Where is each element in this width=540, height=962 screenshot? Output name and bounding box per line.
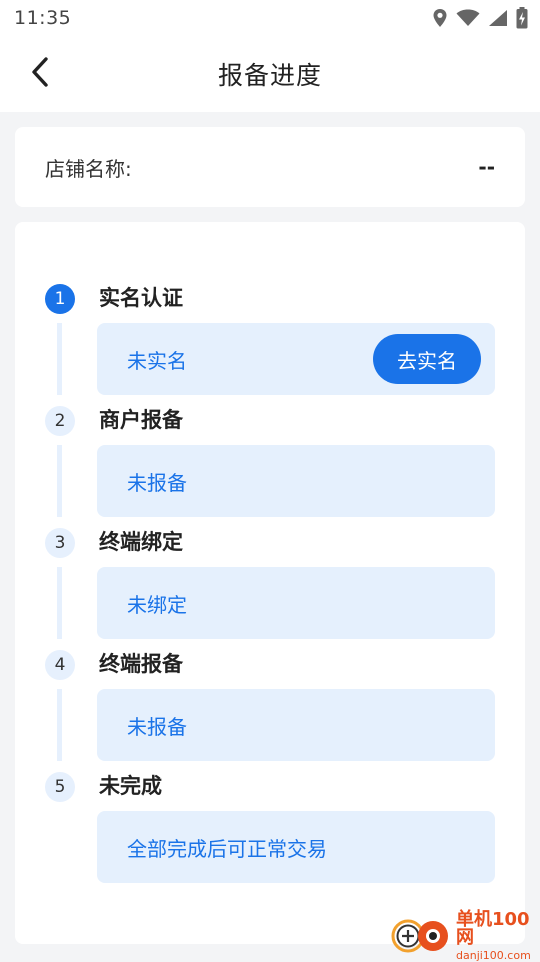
wifi-icon xyxy=(456,9,480,27)
step-title: 终端报备 xyxy=(99,652,183,676)
watermark-text: 单机100网 danji100.com xyxy=(456,909,540,962)
step-item: 1 实名认证 未实名 去实名 xyxy=(15,222,525,395)
step-number: 2 xyxy=(45,406,75,436)
location-icon xyxy=(432,8,448,28)
signal-icon xyxy=(488,9,508,27)
app-bar: 报备进度 xyxy=(0,36,540,112)
store-name-label: 店铺名称: xyxy=(45,156,132,181)
back-button[interactable] xyxy=(22,56,58,92)
page-title: 报备进度 xyxy=(217,61,322,90)
step-item: 4 终端报备 未报备 xyxy=(15,588,525,761)
step-status-box: 全部完成后可正常交易 xyxy=(97,811,495,883)
status-icons xyxy=(432,7,528,29)
status-bar: 11:35 xyxy=(0,0,540,36)
watermark-sub: danji100.com xyxy=(456,949,531,962)
watermark: 单机100网 danji100.com xyxy=(388,909,540,962)
store-name-value: -- xyxy=(478,155,495,179)
step-status: 全部完成后可正常交易 xyxy=(127,836,327,861)
battery-charging-icon xyxy=(516,7,528,29)
progress-card: 1 实名认证 未实名 去实名 2 商户报备 未报备 3 终端绑定 未绑定 4 终… xyxy=(15,222,525,944)
store-name-card: 店铺名称: -- xyxy=(15,127,525,207)
step-title: 商户报备 xyxy=(99,408,183,432)
step-item: 2 商户报备 未报备 xyxy=(15,344,525,517)
step-item: 3 终端绑定 未绑定 xyxy=(15,466,525,639)
step-number: 3 xyxy=(45,528,75,558)
chevron-left-icon xyxy=(29,56,51,92)
step-title: 实名认证 xyxy=(99,286,183,310)
watermark-logo-icon xyxy=(388,914,452,958)
step-number: 1 xyxy=(45,284,75,314)
step-number: 5 xyxy=(45,772,75,802)
step-title: 终端绑定 xyxy=(99,530,183,554)
step-item: 5 未完成 全部完成后可正常交易 xyxy=(15,710,525,883)
status-time: 11:35 xyxy=(14,7,72,29)
step-number: 4 xyxy=(45,650,75,680)
watermark-main: 单机100网 xyxy=(456,909,530,948)
step-title: 未完成 xyxy=(99,774,162,798)
